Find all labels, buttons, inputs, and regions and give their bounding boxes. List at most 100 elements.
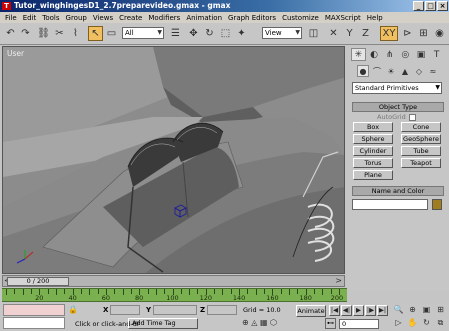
next-frame-icon[interactable]: |▶: [365, 305, 376, 316]
sphere-button[interactable]: Sphere: [353, 134, 393, 144]
display-tab-icon[interactable]: ▣: [414, 48, 429, 61]
mirror-icon[interactable]: ⊳: [400, 26, 415, 41]
select-by-name-icon[interactable]: ☰: [168, 26, 183, 41]
object-name-input[interactable]: [352, 199, 428, 210]
select-object-icon[interactable]: ↖: [88, 26, 103, 41]
previous-frame-icon[interactable]: ◀|: [341, 305, 352, 316]
restrict-xy-icon[interactable]: XY: [380, 26, 398, 41]
unlink-icon[interactable]: ✂: [52, 26, 67, 41]
pivot-center-icon[interactable]: ◫: [306, 26, 321, 41]
utilities-tab-icon[interactable]: T: [429, 48, 444, 61]
x-coord-label: X: [103, 306, 109, 314]
key-mode-icon[interactable]: ⊷: [325, 318, 336, 329]
z-coord-field[interactable]: [207, 305, 237, 315]
play-icon[interactable]: ▶: [353, 305, 364, 316]
restrict-x-icon[interactable]: ✕: [326, 26, 341, 41]
selection-lock-icon[interactable]: 🔒: [68, 305, 78, 315]
animate-button[interactable]: Animate: [296, 305, 326, 317]
track-tick: [80, 289, 82, 294]
viewport-label[interactable]: User: [7, 49, 24, 58]
time-slider-next-icon[interactable]: >: [335, 276, 342, 285]
lights-icon[interactable]: ☀: [385, 65, 397, 77]
zoom-icon[interactable]: 🔍: [392, 305, 405, 317]
menu-help[interactable]: Help: [367, 14, 383, 22]
motion-tab-icon[interactable]: ◎: [398, 48, 413, 61]
zoom-all-icon[interactable]: ⊕: [406, 305, 419, 317]
window-title: Tutor_winghingesD1_2.7preparevideo.gmax …: [14, 1, 231, 10]
track-tick-label: 60: [101, 294, 111, 302]
redo-icon[interactable]: ↷: [18, 26, 33, 41]
go-to-start-icon[interactable]: |◀: [329, 305, 340, 316]
hierarchy-tab-icon[interactable]: ⋔: [382, 48, 397, 61]
zoom-extents-all-icon[interactable]: ⊞: [434, 305, 447, 317]
bind-space-warp-icon[interactable]: ⌇: [68, 26, 83, 41]
region-select-icon[interactable]: ▭: [104, 26, 119, 41]
menu-maxscript[interactable]: MAXScript: [325, 14, 361, 22]
add-time-tag-button[interactable]: Add Time Tag: [128, 318, 198, 329]
torus-button[interactable]: Torus: [353, 158, 393, 168]
go-to-end-icon[interactable]: ▶|: [377, 305, 388, 316]
undo-icon[interactable]: ↶: [3, 26, 18, 41]
selection-filter-dropdown[interactable]: All: [122, 27, 164, 39]
menu-edit[interactable]: Edit: [23, 14, 37, 22]
track-tick: [14, 289, 16, 294]
cylinder-button[interactable]: Cylinder: [353, 146, 393, 156]
reference-coordinate-dropdown[interactable]: View: [262, 27, 302, 39]
autogrid-checkbox[interactable]: AutoGrid: [377, 113, 416, 121]
cone-button[interactable]: Cone: [401, 122, 441, 132]
menu-create[interactable]: Create: [119, 14, 142, 22]
restrict-z-icon[interactable]: Z: [358, 26, 373, 41]
select-move-icon[interactable]: ✥: [186, 26, 201, 41]
maxscript-input[interactable]: [3, 317, 65, 329]
close-button[interactable]: ×: [437, 1, 448, 11]
maximize-viewport-icon[interactable]: ⧉: [434, 318, 447, 330]
object-type-rollout-header[interactable]: Object Type: [352, 102, 444, 112]
menu-group[interactable]: Group: [66, 14, 87, 22]
arc-rotate-icon[interactable]: ↻: [420, 318, 433, 330]
menu-tools[interactable]: Tools: [42, 14, 59, 22]
align-icon[interactable]: ⊞: [416, 26, 431, 41]
current-frame-input[interactable]: 0: [339, 319, 379, 329]
autogrid-box[interactable]: [408, 113, 416, 121]
geosphere-button[interactable]: GeoSphere: [401, 134, 441, 144]
link-icon[interactable]: ⛓: [36, 26, 51, 41]
object-color-swatch[interactable]: [432, 199, 442, 210]
time-slider-thumb[interactable]: 0 / 200: [7, 277, 69, 286]
pan-icon[interactable]: ✋: [406, 318, 419, 330]
teapot-button[interactable]: Teapot: [401, 158, 441, 168]
select-rotate-icon[interactable]: ↻: [202, 26, 217, 41]
geometry-icon[interactable]: ●: [357, 65, 369, 77]
tube-button[interactable]: Tube: [401, 146, 441, 156]
name-color-rollout-header[interactable]: Name and Color: [352, 186, 444, 196]
select-scale-icon[interactable]: ⬚: [218, 26, 233, 41]
box-button[interactable]: Box: [353, 122, 393, 132]
create-tab-icon[interactable]: ✳: [351, 48, 366, 61]
material-editor-icon[interactable]: ◉: [432, 26, 447, 41]
viewport-user[interactable]: User: [2, 46, 345, 274]
space-warps-icon[interactable]: ≈: [427, 65, 439, 77]
modify-tab-icon[interactable]: ◐: [367, 48, 382, 61]
snap-toggle-icons[interactable]: ⊕ ◬ ▦ ⬡: [242, 318, 277, 327]
primitive-category-dropdown[interactable]: Standard Primitives: [352, 82, 442, 94]
menu-animation[interactable]: Animation: [186, 14, 222, 22]
x-coord-field[interactable]: [110, 305, 140, 315]
minimize-button[interactable]: _: [413, 1, 424, 11]
zoom-extents-icon[interactable]: ▣: [420, 305, 433, 317]
maxscript-listener-mini[interactable]: [3, 304, 65, 316]
select-link-icon[interactable]: ✦: [234, 26, 249, 41]
plane-button[interactable]: Plane: [353, 170, 393, 180]
menu-file[interactable]: File: [5, 14, 17, 22]
menu-views[interactable]: Views: [93, 14, 113, 22]
menu-customize[interactable]: Customize: [282, 14, 319, 22]
cameras-icon[interactable]: ▲: [399, 65, 411, 77]
restrict-y-icon[interactable]: Y: [342, 26, 357, 41]
menu-modifiers[interactable]: Modifiers: [148, 14, 180, 22]
y-coord-field[interactable]: [153, 305, 197, 315]
shapes-icon[interactable]: ⌒: [371, 65, 383, 77]
helpers-icon[interactable]: ◇: [413, 65, 425, 77]
track-bar[interactable]: 20 40 60 80 100 120 140 160 180 200: [2, 288, 347, 302]
menu-graph-editors[interactable]: Graph Editors: [228, 14, 276, 22]
field-of-view-icon[interactable]: ▷: [392, 318, 405, 330]
time-slider[interactable]: < 0 / 200 >: [2, 275, 345, 287]
maximize-button[interactable]: □: [425, 1, 436, 11]
